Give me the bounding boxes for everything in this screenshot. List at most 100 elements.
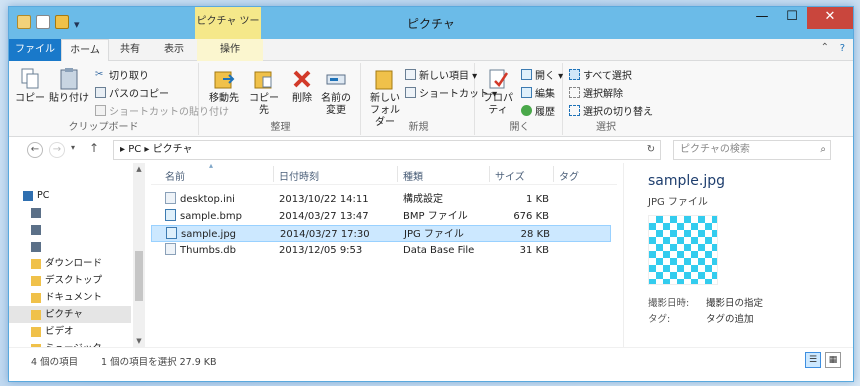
- help-icon[interactable]: ?: [840, 43, 845, 54]
- cut-button[interactable]: ✂ 切り取り: [95, 67, 149, 82]
- select-none-label: 選択解除: [583, 89, 623, 100]
- large-icons-view-icon[interactable]: ▦: [825, 352, 841, 368]
- file-type: BMP ファイル: [403, 211, 468, 222]
- details-view-icon[interactable]: ☰: [805, 352, 821, 368]
- invert-selection-button[interactable]: 選択の切り替え: [569, 103, 653, 118]
- column-name[interactable]: 名前: [165, 168, 185, 183]
- refresh-icon[interactable]: ↻: [642, 141, 660, 159]
- nav-item[interactable]: ビデオ: [9, 323, 131, 340]
- minimize-button[interactable]: —: [747, 7, 777, 29]
- copy-icon: [21, 68, 39, 89]
- search-input[interactable]: ピクチャの検索 ⌕: [673, 140, 831, 160]
- invert-selection-icon: [569, 105, 580, 116]
- scroll-down-icon[interactable]: ▼: [133, 337, 145, 345]
- delete-button[interactable]: 削除: [289, 67, 315, 105]
- nav-item[interactable]: [9, 238, 131, 255]
- copy-path-button[interactable]: パスのコピー: [95, 85, 169, 100]
- preview-date-value[interactable]: 撮影日の指定: [706, 295, 763, 309]
- column-divider[interactable]: [489, 166, 490, 182]
- edit-button[interactable]: 編集: [521, 85, 555, 100]
- maximize-button[interactable]: ☐: [777, 7, 807, 29]
- file-row[interactable]: sample.jpg 2014/03/27 17:30 JPG ファイル 28 KB: [151, 225, 611, 242]
- forward-button[interactable]: →: [49, 142, 65, 158]
- column-size[interactable]: サイズ: [495, 168, 525, 183]
- select-none-button[interactable]: 選択解除: [569, 85, 623, 100]
- tab-file[interactable]: ファイル: [9, 39, 61, 61]
- file-type: 構成設定: [403, 194, 443, 205]
- ribbon-tabs: ファイル ホーム 共有 表示 操作 ⌃ ?: [9, 39, 853, 62]
- nav-item[interactable]: [9, 204, 131, 221]
- preview-thumbnail: [648, 215, 718, 285]
- breadcrumb[interactable]: ▸ PC ▸ ピクチャ: [120, 144, 193, 155]
- title-bar: ▾ ピクチャ ツール ピクチャ — ☐ ✕: [9, 7, 853, 57]
- move-folder-icon: [214, 71, 235, 89]
- nav-item[interactable]: PC: [9, 187, 131, 204]
- back-button[interactable]: ←: [27, 142, 43, 158]
- copy-button[interactable]: コピー: [15, 67, 45, 105]
- group-label-organize: 整理: [270, 122, 291, 133]
- history-label: 履歴: [535, 107, 555, 118]
- file-type: JPG ファイル: [404, 229, 464, 240]
- file-name: sample.bmp: [180, 211, 242, 222]
- scroll-up-icon[interactable]: ▲: [133, 165, 145, 173]
- delete-label: 削除: [292, 93, 312, 104]
- tab-home[interactable]: ホーム: [61, 39, 109, 62]
- copy-to-button[interactable]: コピー先: [245, 67, 283, 117]
- group-select: すべて選択 選択解除 選択の切り替え 選択: [565, 63, 653, 135]
- column-divider[interactable]: [397, 166, 398, 182]
- network-drive-icon: [31, 224, 41, 235]
- column-type[interactable]: 種類: [403, 168, 423, 183]
- recent-locations-icon[interactable]: ▾: [71, 143, 75, 152]
- folder-icon: [31, 326, 41, 337]
- history-icon: [521, 105, 532, 116]
- column-tag[interactable]: タグ: [559, 168, 579, 183]
- group-label-open: 開く: [509, 122, 530, 133]
- tab-view[interactable]: 表示: [151, 39, 197, 61]
- history-button[interactable]: 履歴: [521, 103, 555, 118]
- file-date: 2013/10/22 14:11: [279, 194, 369, 205]
- file-type: Data Base File: [403, 245, 475, 256]
- database-file-icon: [165, 243, 176, 255]
- nav-item[interactable]: デスクトップ: [9, 272, 131, 289]
- window-title: ピクチャ: [407, 17, 455, 31]
- preview-tag-value[interactable]: タグの追加: [706, 311, 754, 325]
- new-item-label: 新しい項目 ▾: [419, 71, 478, 82]
- file-name: sample.jpg: [181, 229, 237, 240]
- new-item-button[interactable]: 新しい項目 ▾: [405, 67, 477, 82]
- item-count: 4 個の項目: [31, 357, 79, 368]
- group-new: 新しい フォルダー 新しい項目 ▾ ショートカット ▾ 新規: [363, 63, 497, 135]
- open-button[interactable]: 開く ▾: [521, 67, 563, 82]
- nav-scrollbar[interactable]: ▲ ▼: [133, 163, 145, 347]
- select-all-button[interactable]: すべて選択: [569, 67, 632, 82]
- nav-item[interactable]: [9, 221, 131, 238]
- ribbon-collapse-icon[interactable]: ⌃: [821, 42, 829, 53]
- paste-button[interactable]: 貼り付け: [49, 67, 89, 105]
- nav-item[interactable]: ピクチャ: [9, 306, 131, 323]
- column-divider[interactable]: [273, 166, 274, 182]
- folder-icon: [31, 309, 41, 320]
- group-label-select: 選択: [596, 122, 616, 133]
- column-header-row: 名前 ▴ 日付時刻 種類 サイズ タグ: [151, 161, 617, 185]
- nav-item[interactable]: ダウンロード: [9, 255, 131, 272]
- new-folder-icon: [375, 70, 393, 90]
- tab-share[interactable]: 共有: [109, 39, 151, 61]
- preview-file-type: JPG ファイル: [648, 197, 708, 208]
- column-divider[interactable]: [553, 166, 554, 182]
- file-date: 2014/03/27 17:30: [280, 229, 370, 240]
- address-bar[interactable]: ▸ PC ▸ ピクチャ ↻: [113, 140, 661, 160]
- paste-shortcut-icon: [95, 105, 106, 116]
- move-to-button[interactable]: 移動先: [207, 67, 241, 105]
- file-row[interactable]: Thumbs.db 2013/12/05 9:53 Data Base File 31…: [151, 242, 611, 259]
- file-row[interactable]: desktop.ini 2013/10/22 14:11 構成設定 1 KB: [151, 191, 611, 208]
- tab-manage[interactable]: 操作: [197, 39, 263, 61]
- file-name: desktop.ini: [180, 194, 235, 205]
- nav-item[interactable]: ドキュメント: [9, 289, 131, 306]
- rename-button[interactable]: 名前の 変更: [319, 67, 353, 117]
- preview-pane: sample.jpg JPG ファイル 撮影日時: 撮影日の指定 タグ: タグの…: [623, 163, 853, 347]
- file-row[interactable]: sample.bmp 2014/03/27 13:47 BMP ファイル 676 KB: [151, 208, 611, 225]
- column-date[interactable]: 日付時刻: [279, 168, 319, 183]
- up-button[interactable]: ↑: [89, 141, 99, 155]
- properties-button[interactable]: プロパティ: [479, 67, 517, 117]
- close-button[interactable]: ✕: [807, 7, 853, 29]
- scrollbar-thumb[interactable]: [135, 251, 143, 301]
